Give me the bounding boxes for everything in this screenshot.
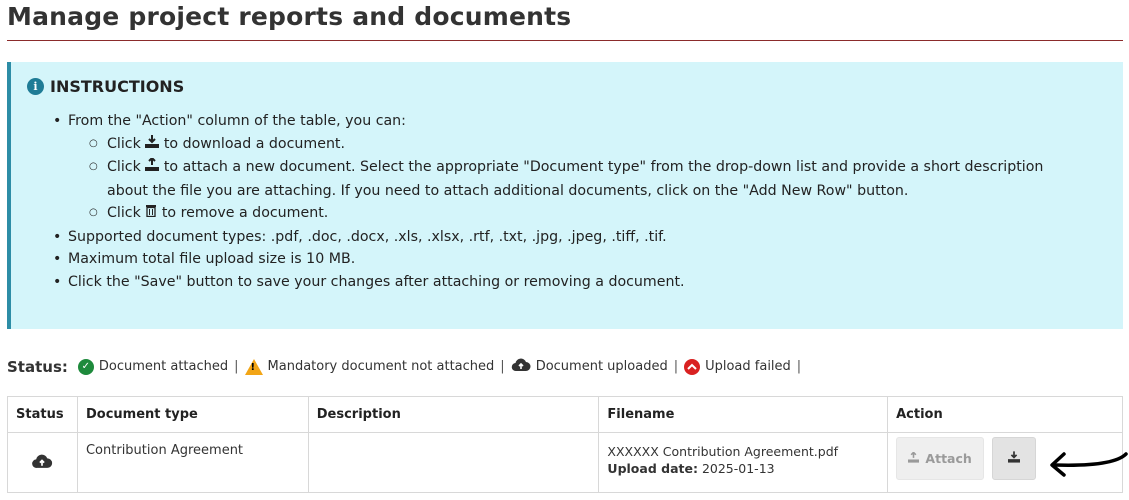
download-icon bbox=[1008, 450, 1021, 467]
list-item: Click the "Save" button to save your cha… bbox=[11, 271, 1111, 294]
download-icon bbox=[145, 134, 160, 157]
column-header-filename: Filename bbox=[598, 396, 889, 433]
pointing-arrow-icon bbox=[1050, 452, 1128, 477]
filename-link[interactable]: XXXXXX Contribution Agreement.pdf bbox=[607, 443, 879, 460]
list-item: Supported document types: .pdf, .doc, .d… bbox=[11, 226, 1111, 249]
upload-icon bbox=[908, 451, 920, 466]
legend-separator: | bbox=[234, 359, 239, 374]
legend-item-uploaded: Document uploaded bbox=[511, 357, 668, 376]
list-item: Click to remove a document. bbox=[11, 202, 1111, 226]
table-row: Contribution Agreement XXXXXX Contributi… bbox=[7, 432, 1123, 493]
page-title: Manage project reports and documents bbox=[7, 2, 572, 31]
info-icon: i bbox=[27, 78, 44, 95]
column-header-status: Status bbox=[7, 396, 78, 433]
column-header-action: Action bbox=[887, 396, 1123, 433]
status-legend: Status: ✓ Document attached | ! Mandator… bbox=[7, 357, 807, 376]
description-cell bbox=[307, 432, 600, 493]
legend-item-failed: Upload failed bbox=[684, 358, 791, 375]
warning-icon: ! bbox=[244, 358, 263, 375]
download-button[interactable] bbox=[992, 437, 1037, 480]
documents-table: Status Document type Description Filenam… bbox=[7, 396, 1123, 493]
trash-icon bbox=[145, 203, 157, 226]
instructions-heading: i INSTRUCTIONS bbox=[27, 77, 184, 96]
cloud-upload-icon bbox=[31, 454, 53, 473]
table-header-row: Status Document type Description Filenam… bbox=[7, 396, 1123, 433]
upload-date: Upload date: 2025-01-13 bbox=[607, 461, 775, 476]
list-item: Click to attach a new document. Select t… bbox=[11, 156, 1111, 202]
legend-item-attached: ✓ Document attached bbox=[77, 358, 228, 375]
chevron-up-circle-icon bbox=[684, 358, 701, 375]
legend-separator: | bbox=[796, 359, 802, 374]
instructions-list: From the "Action" column of the table, y… bbox=[11, 110, 1111, 293]
title-divider bbox=[7, 40, 1123, 41]
document-type-cell: Contribution Agreement bbox=[76, 432, 309, 493]
legend-separator: | bbox=[500, 359, 505, 374]
check-circle-icon: ✓ bbox=[77, 358, 94, 375]
status-cell bbox=[7, 432, 78, 493]
attach-button-label: Attach bbox=[925, 451, 972, 466]
legend-item-mandatory: ! Mandatory document not attached bbox=[244, 358, 494, 375]
upload-icon bbox=[145, 156, 160, 180]
list-item: Maximum total file upload size is 10 MB. bbox=[11, 248, 1111, 271]
attach-button[interactable]: Attach bbox=[896, 437, 985, 480]
list-item: Click to download a document. bbox=[11, 133, 1111, 157]
column-header-description: Description bbox=[307, 396, 600, 433]
legend-separator: | bbox=[673, 359, 679, 374]
column-header-document-type: Document type bbox=[76, 396, 309, 433]
instructions-heading-text: INSTRUCTIONS bbox=[50, 77, 185, 96]
list-item: From the "Action" column of the table, y… bbox=[11, 110, 1111, 133]
cloud-upload-icon bbox=[511, 357, 531, 376]
instructions-panel: i INSTRUCTIONS From the "Action" column … bbox=[7, 62, 1123, 329]
status-legend-label: Status: bbox=[7, 357, 68, 376]
filename-cell: XXXXXX Contribution Agreement.pdf Upload… bbox=[598, 432, 889, 493]
